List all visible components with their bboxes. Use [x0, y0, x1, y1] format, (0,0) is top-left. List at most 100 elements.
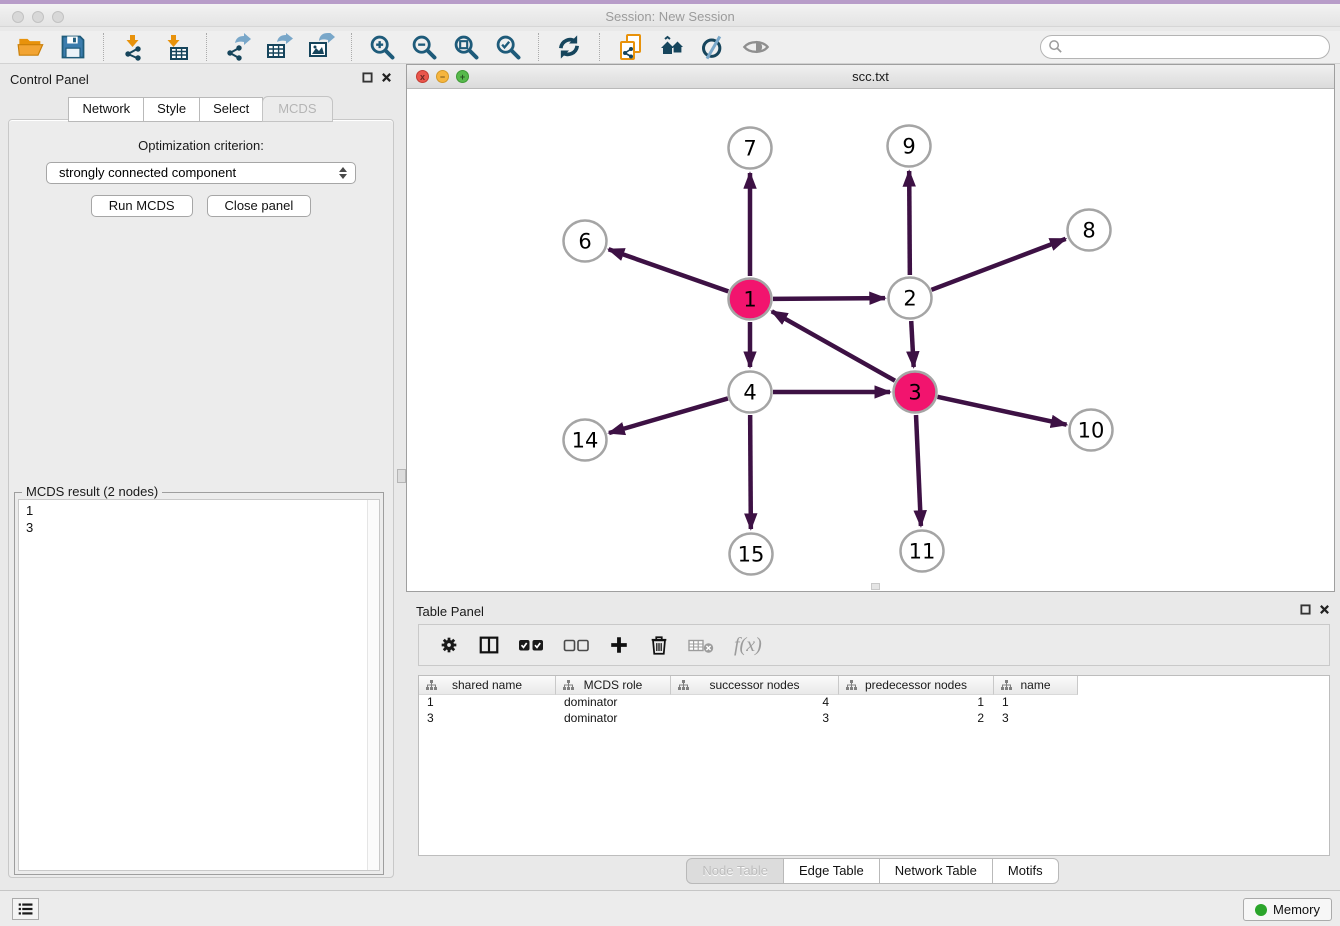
application-window: Session: New Session: [0, 0, 1340, 926]
splitter-grip[interactable]: [397, 469, 406, 483]
destroy-table-icon[interactable]: [688, 637, 715, 654]
import-network-icon[interactable]: [118, 32, 150, 62]
close-panel-icon[interactable]: [1319, 604, 1330, 615]
home-icon[interactable]: [656, 32, 688, 62]
table-row[interactable]: 1dominator411: [419, 695, 1329, 711]
table-cell[interactable]: 2: [839, 711, 994, 727]
graph-node-2[interactable]: 2: [889, 278, 932, 319]
zoom-in-icon[interactable]: [366, 32, 398, 62]
graph-node-7[interactable]: 7: [729, 128, 772, 169]
svg-text:11: 11: [909, 540, 936, 564]
refresh-icon[interactable]: [553, 32, 585, 62]
table-cell[interactable]: 3: [994, 711, 1078, 727]
graph-edge-2-8[interactable]: [932, 239, 1066, 290]
graph-edge-2-9[interactable]: [909, 171, 910, 275]
select-all-icon[interactable]: [518, 637, 545, 654]
task-history-button[interactable]: [12, 898, 39, 920]
network-title: scc.txt: [407, 69, 1334, 84]
table-cell[interactable]: 4: [671, 695, 839, 711]
export-network-icon[interactable]: [221, 32, 253, 62]
graph-edge-3-11[interactable]: [916, 415, 921, 526]
run-mcds-button[interactable]: Run MCDS: [91, 195, 193, 217]
graph-edge-1-6[interactable]: [609, 249, 729, 291]
control-panel-tabs: NetworkStyleSelectMCDS: [0, 97, 402, 122]
graph-edge-3-10[interactable]: [937, 397, 1066, 425]
graph-node-11[interactable]: 11: [901, 531, 944, 572]
import-table-icon[interactable]: [160, 32, 192, 62]
result-scrollbar[interactable]: [367, 500, 379, 870]
table-cell[interactable]: 1: [419, 695, 556, 711]
tab-network[interactable]: Network: [68, 97, 144, 122]
graph-edge-4-15[interactable]: [750, 415, 751, 529]
graph-node-15[interactable]: 15: [730, 534, 773, 575]
float-panel-icon[interactable]: [362, 72, 373, 83]
tab-network-table[interactable]: Network Table: [879, 858, 993, 884]
close-panel-icon[interactable]: [381, 72, 392, 83]
table-cell[interactable]: 1: [839, 695, 994, 711]
tab-motifs[interactable]: Motifs: [992, 858, 1059, 884]
graph-node-3[interactable]: 3: [894, 372, 937, 413]
float-panel-icon[interactable]: [1300, 604, 1311, 615]
tab-edge-table[interactable]: Edge Table: [783, 858, 880, 884]
column-visibility-icon[interactable]: [478, 634, 500, 656]
svg-text:9: 9: [902, 135, 915, 159]
column-header-predecessor-nodes[interactable]: predecessor nodes: [839, 676, 994, 695]
deselect-all-icon[interactable]: [563, 637, 590, 654]
table-panel-tabs: Node TableEdge TableNetwork TableMotifs: [406, 858, 1340, 884]
memory-button[interactable]: Memory: [1243, 898, 1332, 921]
tab-mcds[interactable]: MCDS: [262, 96, 332, 122]
graph-node-14[interactable]: 14: [564, 420, 607, 461]
tab-node-table[interactable]: Node Table: [686, 858, 784, 884]
column-header-name[interactable]: name: [994, 676, 1078, 695]
add-row-icon[interactable]: [608, 634, 630, 656]
table-cell[interactable]: 3: [671, 711, 839, 727]
function-builder-icon[interactable]: f(x): [734, 634, 762, 657]
canvas-resize-grip[interactable]: [871, 583, 880, 590]
table-cell[interactable]: dominator: [556, 695, 671, 711]
graph-node-10[interactable]: 10: [1070, 410, 1113, 451]
table-cell[interactable]: 3: [419, 711, 556, 727]
graph-node-9[interactable]: 9: [888, 126, 931, 167]
delete-row-icon[interactable]: [648, 634, 670, 656]
graph-node-8[interactable]: 8: [1068, 210, 1111, 251]
export-table-icon[interactable]: [263, 32, 295, 62]
node-table: shared nameMCDS rolesuccessor nodesprede…: [418, 675, 1330, 856]
network-window-titlebar[interactable]: x − + scc.txt: [407, 65, 1334, 89]
graph-edge-4-14[interactable]: [609, 398, 728, 433]
graph-edge-2-3[interactable]: [911, 321, 913, 367]
column-settings-icon[interactable]: [438, 634, 460, 656]
network-canvas[interactable]: 7 9 6 8 1 2 4 3 14 10 15 11: [407, 90, 1334, 591]
hide-labels-icon[interactable]: [698, 32, 730, 62]
svg-text:15: 15: [738, 543, 765, 567]
graph-node-1[interactable]: 1: [729, 279, 772, 320]
graph-edge-3-1[interactable]: [772, 311, 895, 380]
zoom-selected-icon[interactable]: [492, 32, 524, 62]
optimization-criterion-label: Optimization criterion:: [9, 138, 393, 153]
table-cell[interactable]: dominator: [556, 711, 671, 727]
control-panel: Control Panel NetworkStyleSelectMCDS Opt…: [0, 64, 402, 882]
column-header-MCDS-role[interactable]: MCDS role: [556, 676, 671, 695]
tab-style[interactable]: Style: [143, 97, 200, 122]
save-session-icon[interactable]: [57, 32, 89, 62]
column-header-shared-name[interactable]: shared name: [419, 676, 556, 695]
session-title: Session: New Session: [0, 9, 1340, 24]
graph-node-6[interactable]: 6: [564, 221, 607, 262]
search-input[interactable]: [1040, 35, 1330, 59]
column-header-successor-nodes[interactable]: successor nodes: [671, 676, 839, 695]
close-panel-button[interactable]: Close panel: [207, 195, 312, 217]
open-session-icon[interactable]: [15, 32, 47, 62]
show-graphics-details-icon[interactable]: [740, 32, 772, 62]
table-row[interactable]: 3dominator323: [419, 711, 1329, 727]
zoom-fit-icon[interactable]: [450, 32, 482, 62]
tab-select[interactable]: Select: [199, 97, 263, 122]
graph-edge-1-2[interactable]: [773, 298, 885, 299]
copy-network-style-icon[interactable]: [614, 32, 646, 62]
graph-node-4[interactable]: 4: [729, 372, 772, 413]
mcds-result-text[interactable]: 1 3: [18, 499, 380, 871]
table-cell[interactable]: 1: [994, 695, 1078, 711]
search-icon: [1048, 39, 1063, 54]
export-image-icon[interactable]: [305, 32, 337, 62]
table-panel-title: Table Panel: [416, 604, 484, 619]
zoom-out-icon[interactable]: [408, 32, 440, 62]
optimization-criterion-dropdown[interactable]: strongly connected component: [46, 162, 356, 184]
